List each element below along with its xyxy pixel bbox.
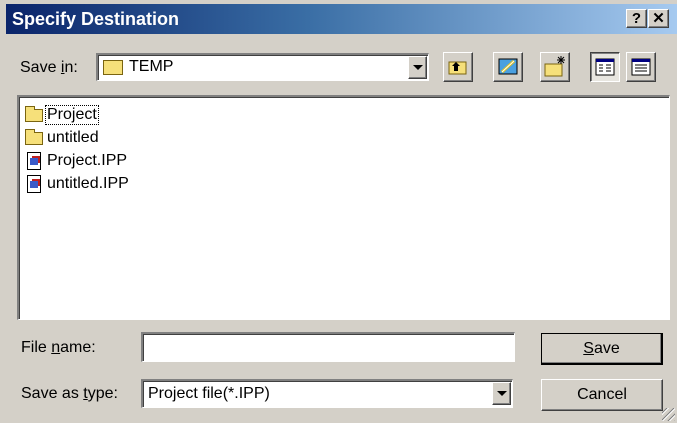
- file-name-input[interactable]: [141, 332, 515, 362]
- desktop-button[interactable]: [493, 52, 523, 82]
- list-item[interactable]: untitled: [24, 128, 134, 150]
- new-folder-icon: [544, 56, 565, 77]
- list-item[interactable]: Project.IPP: [24, 151, 164, 173]
- save-as-type-dropdown-button[interactable]: [492, 382, 511, 405]
- new-folder-button[interactable]: [540, 52, 570, 82]
- file-name-label: File name:: [21, 339, 96, 356]
- save-button[interactable]: Save: [541, 333, 663, 365]
- specify-destination-dialog: Specify Destination ? ✕ Save in: TEMP Pr…: [0, 0, 677, 423]
- list-view-button[interactable]: [590, 52, 620, 82]
- save-in-label: Save in:: [20, 59, 78, 76]
- folder-icon: [25, 106, 43, 122]
- resize-grip[interactable]: [662, 408, 675, 421]
- list-item-label: untitled.IPP: [47, 175, 129, 192]
- up-one-level-button[interactable]: [443, 52, 473, 82]
- window-title: Specify Destination: [12, 9, 180, 29]
- list-item[interactable]: untitled.IPP: [24, 174, 164, 196]
- save-in-value: TEMP: [129, 58, 174, 75]
- list-view-icon: [595, 58, 615, 76]
- file-list[interactable]: Project untitled Project.IPP untitled.IP…: [17, 95, 670, 320]
- title-bar[interactable]: Specify Destination ? ✕: [6, 4, 677, 34]
- help-button[interactable]: ?: [626, 9, 647, 28]
- save-in-dropdown-button[interactable]: [408, 56, 427, 79]
- save-in-combo[interactable]: TEMP: [96, 53, 429, 81]
- list-item-label: Project.IPP: [47, 152, 128, 169]
- close-button[interactable]: ✕: [648, 9, 669, 28]
- save-as-type-value: Project file(*.IPP): [148, 385, 270, 402]
- details-view-icon: [631, 58, 651, 76]
- folder-icon: [103, 60, 123, 75]
- cancel-button[interactable]: Cancel: [541, 379, 663, 411]
- save-as-type-label: Save as type:: [21, 385, 118, 402]
- desktop-icon: [498, 58, 518, 75]
- details-view-button[interactable]: [626, 52, 656, 82]
- document-icon: [27, 152, 41, 170]
- document-icon: [27, 175, 41, 193]
- save-as-type-select[interactable]: Project file(*.IPP): [141, 379, 513, 408]
- list-item-label: Project: [45, 105, 99, 125]
- list-item-label: untitled: [47, 129, 99, 146]
- list-item[interactable]: Project: [24, 105, 134, 127]
- folder-icon: [25, 129, 43, 145]
- folder-up-icon: [448, 61, 467, 75]
